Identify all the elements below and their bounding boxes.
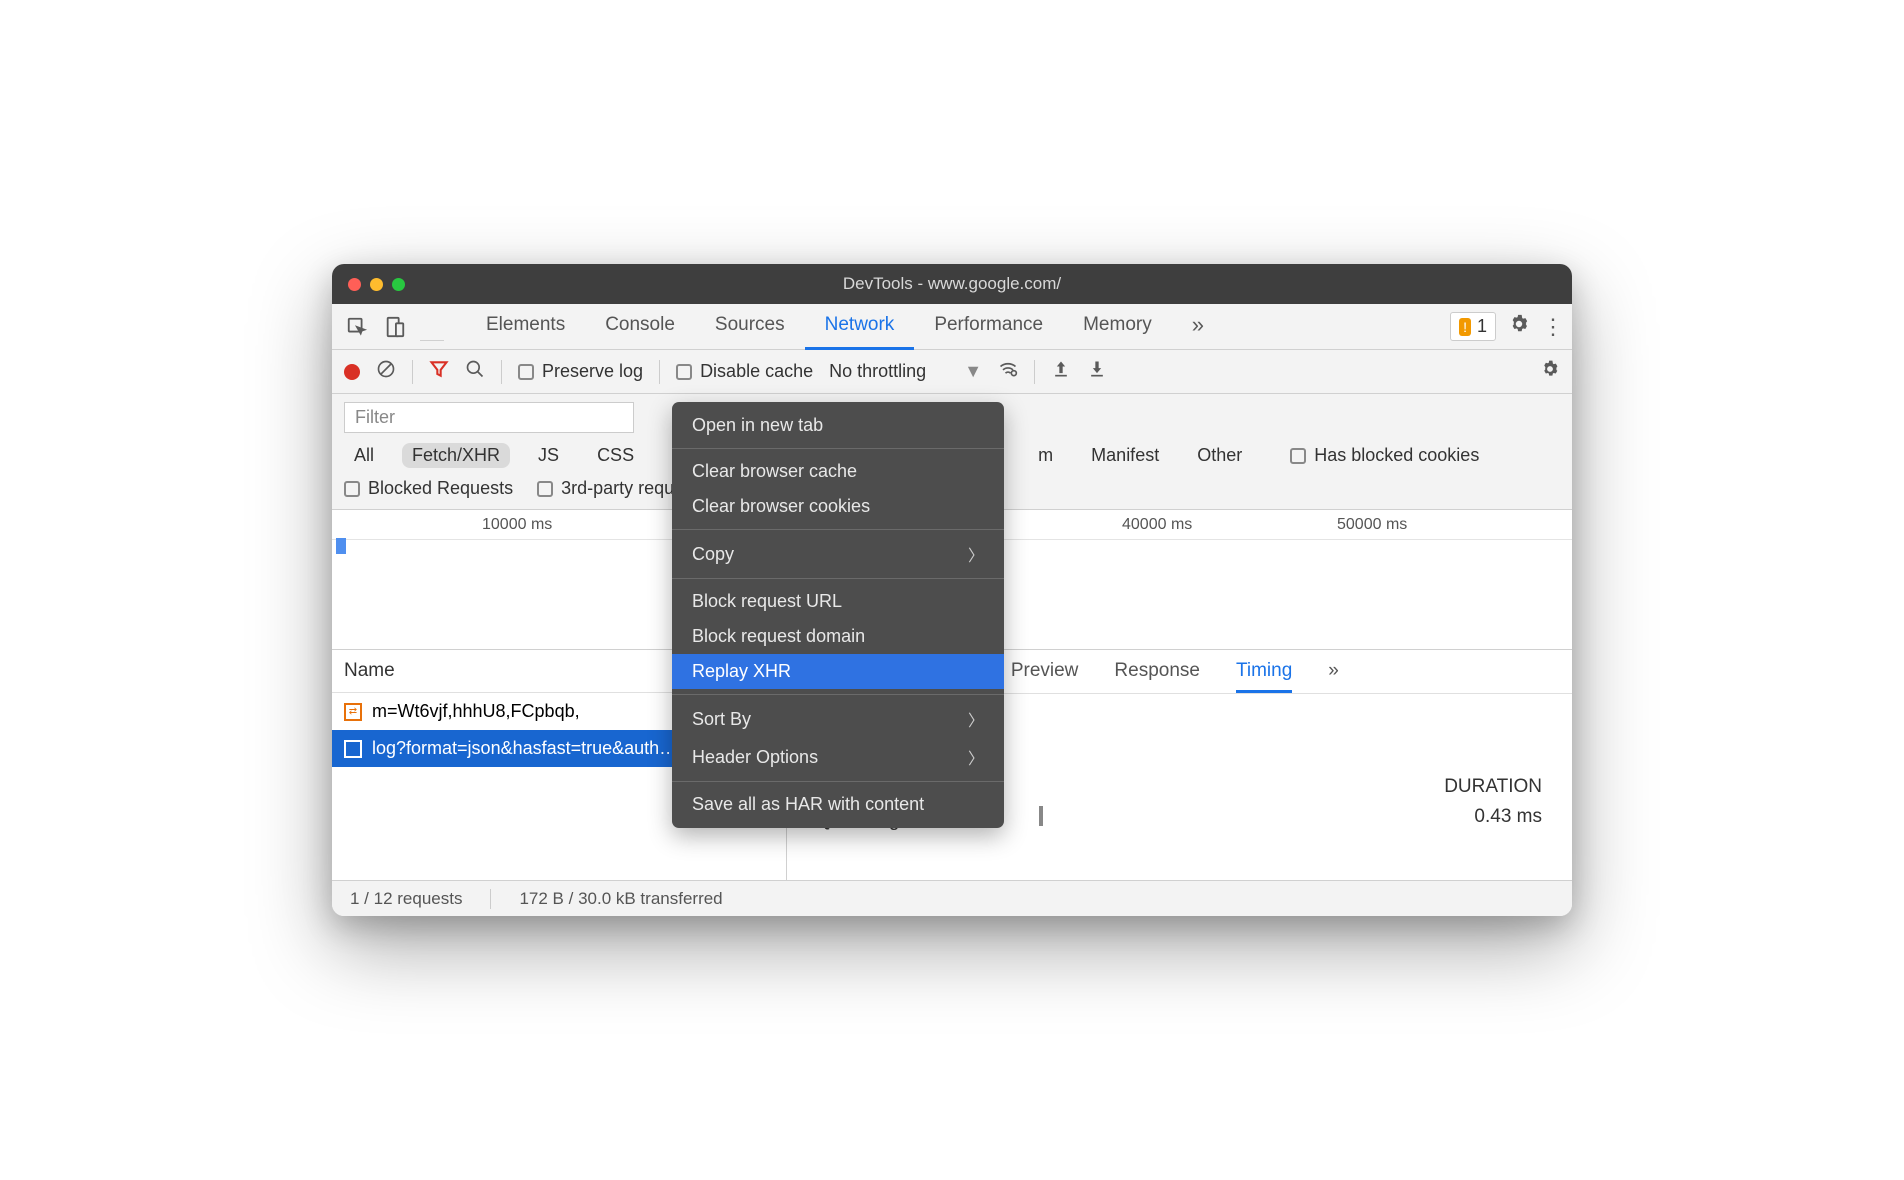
- request-count: 1 / 12 requests: [350, 889, 462, 909]
- cm-copy[interactable]: Copy〉: [672, 535, 1004, 573]
- cm-separator: [672, 529, 1004, 530]
- separator: [490, 889, 491, 909]
- cm-separator: [672, 448, 1004, 449]
- upload-icon[interactable]: [1051, 359, 1071, 384]
- panel-tabs: Elements Console Sources Network Perform…: [466, 304, 1224, 350]
- cm-clear-cookies[interactable]: Clear browser cookies: [672, 489, 1004, 524]
- cm-header-options[interactable]: Header Options〉: [672, 738, 1004, 776]
- queueing-bar: [1039, 806, 1043, 826]
- titlebar: DevTools - www.google.com/: [332, 264, 1572, 304]
- time-tick: 10000 ms: [482, 516, 552, 534]
- timeline-marker: [336, 538, 346, 554]
- detail-tab-response[interactable]: Response: [1114, 660, 1200, 693]
- cm-separator: [672, 694, 1004, 695]
- preserve-log-checkbox[interactable]: Preserve log: [518, 361, 643, 382]
- cm-save-har[interactable]: Save all as HAR with content: [672, 787, 1004, 822]
- throttling-select[interactable]: No throttling▼: [829, 361, 982, 382]
- tab-memory[interactable]: Memory: [1063, 304, 1172, 350]
- disable-cache-checkbox[interactable]: Disable cache: [676, 361, 813, 382]
- tabbar-right: ! 1 ⋮: [1450, 312, 1564, 341]
- device-toggle-icon[interactable]: [378, 310, 412, 344]
- network-settings-icon[interactable]: [1540, 359, 1560, 385]
- window-title: DevTools - www.google.com/: [332, 274, 1572, 294]
- filter-icon[interactable]: [429, 359, 449, 384]
- filter-fetchxhr[interactable]: Fetch/XHR: [402, 443, 510, 468]
- network-toolbar: Preserve log Disable cache No throttling…: [332, 350, 1572, 394]
- filter-js[interactable]: JS: [528, 443, 569, 468]
- kebab-menu-icon[interactable]: ⋮: [1542, 314, 1564, 340]
- cm-open-new-tab[interactable]: Open in new tab: [672, 408, 1004, 443]
- separator: [1034, 360, 1035, 384]
- separator: [501, 360, 502, 384]
- separator: [420, 313, 444, 341]
- tab-performance[interactable]: Performance: [914, 304, 1063, 350]
- cm-sort-by[interactable]: Sort By〉: [672, 700, 1004, 738]
- tab-network[interactable]: Network: [805, 304, 915, 350]
- search-icon[interactable]: [465, 359, 485, 384]
- transfer-size: 172 B / 30.0 kB transferred: [519, 889, 722, 909]
- filter-input[interactable]: Filter: [344, 402, 634, 433]
- xhr-icon: ⇄: [344, 703, 362, 721]
- filter-all[interactable]: All: [344, 443, 384, 468]
- devtools-window: DevTools - www.google.com/ Elements Cons…: [332, 264, 1572, 916]
- blocked-cookies-checkbox[interactable]: Has blocked cookies: [1290, 445, 1479, 466]
- main-tabbar: Elements Console Sources Network Perform…: [332, 304, 1572, 350]
- filter-manifest[interactable]: Manifest: [1081, 443, 1169, 468]
- context-menu: Open in new tab Clear browser cache Clea…: [672, 402, 1004, 828]
- tab-elements[interactable]: Elements: [466, 304, 585, 350]
- tabs-more[interactable]: »: [1172, 304, 1224, 350]
- time-tick: 40000 ms: [1122, 516, 1192, 534]
- cm-clear-cache[interactable]: Clear browser cache: [672, 454, 1004, 489]
- cm-block-domain[interactable]: Block request domain: [672, 619, 1004, 654]
- cm-separator: [672, 781, 1004, 782]
- cm-replay-xhr[interactable]: Replay XHR: [672, 654, 1004, 689]
- separator: [659, 360, 660, 384]
- cm-separator: [672, 578, 1004, 579]
- detail-tab-preview[interactable]: Preview: [1011, 660, 1079, 693]
- blocked-requests-checkbox[interactable]: Blocked Requests: [344, 478, 513, 499]
- status-bar: 1 / 12 requests 172 B / 30.0 kB transfer…: [332, 880, 1572, 916]
- chevron-right-icon: 〉: [968, 745, 984, 769]
- time-tick: 50000 ms: [1337, 516, 1407, 534]
- download-icon[interactable]: [1087, 359, 1107, 384]
- detail-tabs-more[interactable]: »: [1328, 660, 1339, 693]
- settings-icon[interactable]: [1508, 313, 1530, 341]
- tab-console[interactable]: Console: [585, 304, 695, 350]
- chevron-right-icon: 〉: [968, 707, 984, 731]
- clear-icon[interactable]: [376, 359, 396, 384]
- detail-tab-timing[interactable]: Timing: [1236, 660, 1292, 693]
- issues-count: 1: [1477, 316, 1487, 337]
- filter-other[interactable]: Other: [1187, 443, 1252, 468]
- tab-sources[interactable]: Sources: [695, 304, 805, 350]
- record-button[interactable]: [344, 364, 360, 380]
- cm-block-url[interactable]: Block request URL: [672, 584, 1004, 619]
- filter-css[interactable]: CSS: [587, 443, 644, 468]
- separator: [412, 360, 413, 384]
- chevron-right-icon: 〉: [968, 542, 984, 566]
- network-conditions-icon[interactable]: [998, 359, 1018, 384]
- inspect-element-icon[interactable]: [340, 310, 374, 344]
- filter-wasm[interactable]: m: [1028, 443, 1063, 468]
- warning-icon: !: [1459, 318, 1471, 336]
- xhr-icon: [344, 740, 362, 758]
- issues-button[interactable]: ! 1: [1450, 312, 1496, 341]
